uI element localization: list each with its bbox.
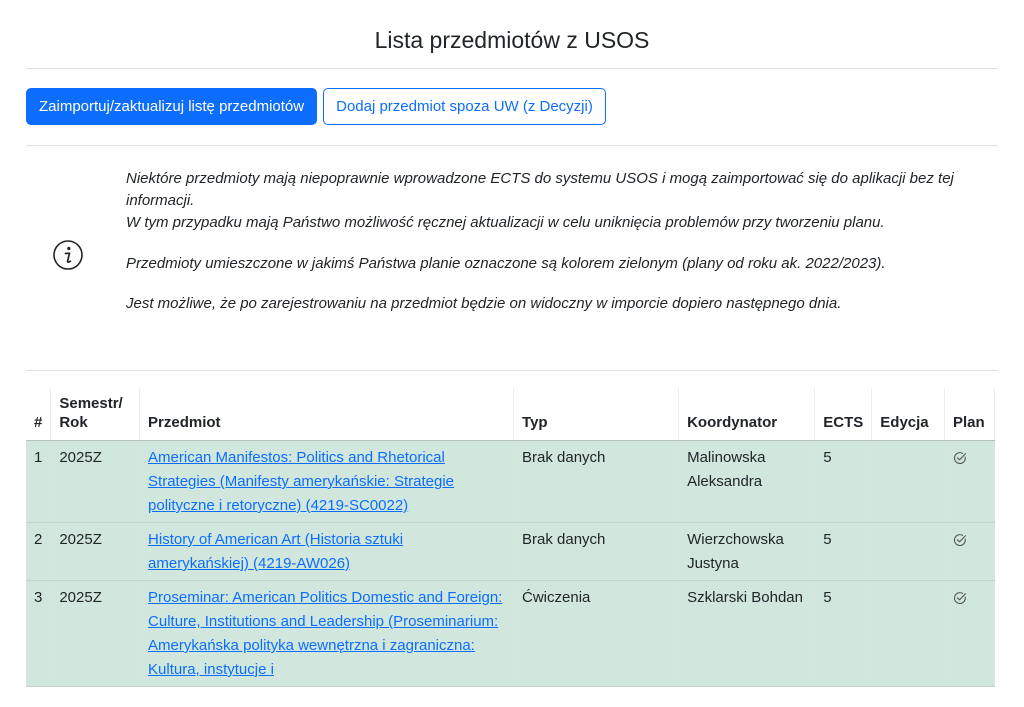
header-ects: ECTS [814, 388, 873, 441]
cell-course: Proseminar: American Politics Domestic a… [139, 580, 515, 687]
header-edition: Edycja [871, 388, 945, 441]
divider [26, 370, 998, 371]
add-external-course-button[interactable]: Dodaj przedmiot spoza UW (z Decyzji) [323, 88, 606, 125]
import-courses-button[interactable]: Zaimportuj/zaktualizuj listę przedmiotów [26, 88, 318, 125]
info-panel: Niektóre przedmioty mają niepoprawnie wp… [26, 146, 998, 370]
info-line: Jest możliwe, że po zarejestrowaniu na p… [126, 295, 842, 312]
course-link[interactable]: Proseminar: American Politics Domestic a… [148, 589, 502, 678]
cell-plan [944, 580, 995, 687]
cell-num: 3 [26, 580, 52, 687]
header-plan: Plan [944, 388, 995, 441]
courses-table-wrapper: # Semestr/Rok Przedmiot Typ Koordynator … [26, 388, 995, 687]
cell-type: Brak danych [513, 440, 680, 523]
cell-plan [944, 522, 995, 581]
header-semester-line2: Rok [59, 414, 88, 431]
page: Lista przedmiotów z USOS Zaimportuj/zakt… [0, 0, 1024, 707]
info-text: Niektóre przedmioty mają niepoprawnie wp… [126, 168, 1006, 315]
header-type: Typ [513, 388, 680, 441]
course-link[interactable]: American Manifestos: Politics and Rhetor… [148, 449, 454, 514]
courses-table: # Semestr/Rok Przedmiot Typ Koordynator … [26, 388, 995, 687]
cell-type: Brak danych [513, 522, 680, 581]
cell-num: 2 [26, 522, 52, 581]
header-coordinator: Koordynator [678, 388, 816, 441]
cell-ects: 5 [814, 580, 873, 687]
cell-ects: 5 [814, 522, 873, 581]
cell-edition [871, 580, 945, 687]
check-circle-icon [953, 452, 966, 464]
cell-type: Ćwiczenia [513, 580, 680, 687]
cell-edition [871, 440, 945, 523]
table-row: 1 2025Z American Manifestos: Politics an… [26, 440, 995, 523]
toolbar: Zaimportuj/zaktualizuj listę przedmiotów… [26, 69, 998, 145]
cell-semester: 2025Z [50, 522, 141, 581]
cell-ects: 5 [814, 440, 873, 523]
cell-coordinator: Szklarski Bohdan [678, 580, 816, 687]
course-link[interactable]: History of American Art (Historia sztuki… [148, 531, 403, 572]
info-line: Niektóre przedmioty mają niepoprawnie wp… [126, 170, 954, 209]
table-row: 3 2025Z Proseminar: American Politics Do… [26, 580, 995, 687]
header-course: Przedmiot [139, 388, 515, 441]
cell-edition [871, 522, 945, 581]
cell-coordinator: Malinowska Aleksandra [678, 440, 816, 523]
table-row: 2 2025Z History of American Art (Histori… [26, 522, 995, 581]
cell-plan [944, 440, 995, 523]
cell-semester: 2025Z [50, 580, 141, 687]
cell-semester: 2025Z [50, 440, 141, 523]
page-title: Lista przedmiotów z USOS [374, 27, 650, 53]
info-icon [53, 240, 83, 270]
header-semester: Semestr/Rok [50, 388, 141, 441]
header-num: # [26, 388, 52, 441]
header-semester-line1: Semestr/ [59, 395, 123, 412]
check-circle-icon [953, 592, 966, 604]
info-line: W tym przypadku mają Państwo możliwość r… [126, 214, 885, 231]
table-header-row: # Semestr/Rok Przedmiot Typ Koordynator … [26, 388, 995, 441]
check-circle-icon [953, 534, 966, 546]
cell-course: History of American Art (Historia sztuki… [139, 522, 515, 581]
cell-course: American Manifestos: Politics and Rhetor… [139, 440, 515, 523]
cell-num: 1 [26, 440, 52, 523]
info-line: Przedmioty umieszczone w jakimś Państwa … [126, 255, 886, 272]
cell-coordinator: Wierzchowska Justyna [678, 522, 816, 581]
